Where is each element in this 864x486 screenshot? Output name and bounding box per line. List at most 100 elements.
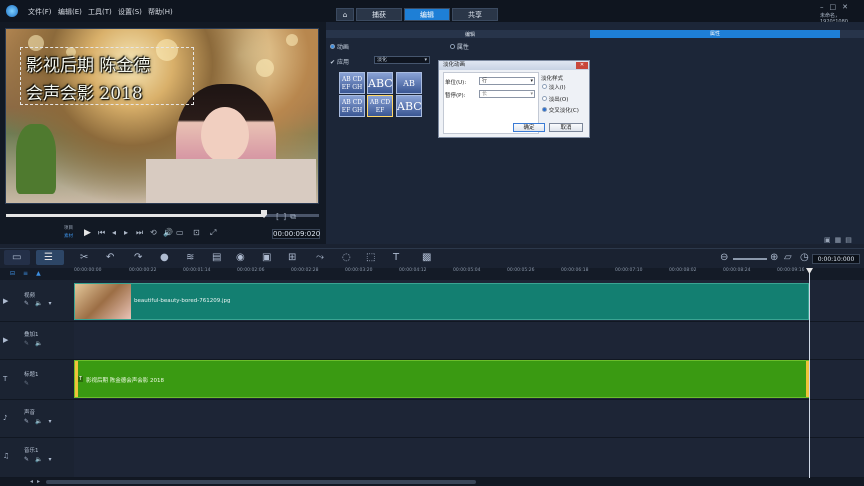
video-track-controls[interactable]: ✎🔈▾ bbox=[24, 300, 58, 307]
preset-tile-2[interactable]: ABC bbox=[367, 72, 393, 94]
menu-settings[interactable]: 设置(S) bbox=[118, 7, 142, 17]
expand-icon[interactable]: ▾ bbox=[49, 456, 58, 463]
tab-options-edit[interactable]: 编辑 bbox=[420, 31, 520, 38]
redo-icon[interactable]: ↷ bbox=[134, 252, 142, 263]
preset-tile-5[interactable]: AB CD EF bbox=[367, 95, 393, 117]
mute-icon[interactable]: 🔈 bbox=[35, 456, 48, 463]
zoom-out-icon[interactable]: ⊖ bbox=[720, 252, 728, 263]
voice-track-controls[interactable]: ✎🔈▾ bbox=[24, 418, 58, 425]
title-clip[interactable] bbox=[74, 360, 810, 398]
scrollbar-thumb[interactable] bbox=[46, 480, 476, 484]
fit-project-icon[interactable]: ▱ bbox=[784, 252, 792, 263]
zoom-in-icon[interactable]: ⊕ bbox=[770, 252, 778, 263]
menu-tools[interactable]: 工具(T) bbox=[88, 7, 112, 17]
track-lane-overlay[interactable] bbox=[74, 322, 864, 360]
tab-edit[interactable]: 编辑 bbox=[404, 8, 450, 21]
list-icon[interactable]: ▤ bbox=[845, 236, 856, 244]
mute-icon[interactable]: 🔈 bbox=[35, 300, 48, 307]
clip-mode-label[interactable]: 素材 bbox=[64, 233, 73, 239]
aspect-icon[interactable]: ⊡ bbox=[193, 228, 200, 237]
panel-view-icons[interactable]: ▣▦▤ bbox=[824, 236, 856, 244]
expand-icon[interactable]: ▾ bbox=[49, 300, 58, 307]
hd-preview-icon[interactable]: ▭ bbox=[176, 228, 184, 237]
scroll-arrows[interactable]: ◂▸ bbox=[30, 478, 44, 485]
play-icon[interactable]: ▶ bbox=[84, 228, 91, 238]
close-icon[interactable]: ✕ bbox=[842, 3, 854, 11]
next-frame-icon[interactable]: ▸ bbox=[124, 228, 128, 237]
project-mode-label[interactable]: 项目 bbox=[64, 225, 73, 231]
visibility-icon[interactable]: ✎ bbox=[24, 300, 35, 307]
home-tab[interactable]: ⌂ bbox=[336, 8, 354, 21]
volume-icon[interactable]: 🔊 bbox=[163, 228, 173, 237]
unit-select[interactable]: 行 ▾ bbox=[479, 77, 535, 85]
mixer-icon[interactable]: ≋ bbox=[186, 252, 194, 263]
filter-radio[interactable]: 属性 bbox=[450, 42, 469, 51]
ok-button[interactable]: 确定 bbox=[513, 123, 545, 132]
mute-icon[interactable]: 🔈 bbox=[35, 418, 48, 425]
preset-tile-1[interactable]: AB CD EF GH bbox=[339, 72, 365, 94]
track-manager-icons[interactable]: ⊟≡▲ bbox=[10, 270, 49, 277]
multicam-icon[interactable]: ▤ bbox=[212, 252, 221, 263]
playhead[interactable] bbox=[809, 268, 810, 478]
track-lane-voice[interactable] bbox=[74, 400, 864, 438]
apply-checkbox[interactable]: ✔ 应用 bbox=[330, 57, 349, 66]
trim-markers[interactable]: []⧉ bbox=[276, 212, 300, 222]
menu-file[interactable]: 文件(F) bbox=[28, 7, 52, 17]
visibility-icon[interactable]: ✎ bbox=[24, 418, 35, 425]
scrub-bar-played[interactable] bbox=[6, 214, 264, 217]
animation-type-select[interactable]: 淡化 ▾ bbox=[374, 56, 430, 64]
caption-line-1[interactable]: 影视后期 陈金德 bbox=[26, 51, 150, 76]
preset-tile-4[interactable]: AB CD EF GH bbox=[339, 95, 365, 117]
record-icon[interactable]: ● bbox=[160, 252, 169, 263]
mute-icon[interactable]: 🔈 bbox=[35, 340, 48, 347]
window-controls[interactable]: –□✕ bbox=[820, 3, 854, 11]
home-start-icon[interactable]: ⏮ bbox=[98, 228, 105, 238]
track-lane-music[interactable] bbox=[74, 438, 864, 478]
expand-icon[interactable]: ▾ bbox=[49, 418, 58, 425]
3d-title-icon[interactable]: T bbox=[393, 252, 399, 263]
motion-radio[interactable]: 动画 bbox=[330, 42, 349, 51]
project-duration[interactable]: 0:00:10:000 bbox=[812, 254, 860, 264]
ripple-icon[interactable]: ▲ bbox=[36, 270, 49, 277]
tab-share[interactable]: 共享 bbox=[452, 8, 498, 21]
fade-in-radio[interactable]: 淡入(I) bbox=[542, 83, 566, 91]
dialog-close-button[interactable]: ✕ bbox=[576, 62, 588, 69]
zoom-slider[interactable] bbox=[733, 258, 767, 260]
fullscreen-icon[interactable]: ⤢ bbox=[210, 228, 216, 238]
layout-icon[interactable]: ▣ bbox=[824, 236, 835, 244]
score-fitter-icon[interactable]: ▩ bbox=[422, 252, 431, 263]
prev-frame-icon[interactable]: ◂ bbox=[112, 228, 116, 237]
undo-icon[interactable]: ↶ bbox=[106, 252, 114, 263]
end-icon[interactable]: ⏭ bbox=[136, 228, 143, 238]
motion-track-icon[interactable]: ◉ bbox=[236, 252, 245, 263]
scroll-right-icon[interactable]: ▸ bbox=[37, 478, 44, 485]
music-track-controls[interactable]: ✎🔈▾ bbox=[24, 456, 58, 463]
track-manager-icon[interactable]: ⊟ bbox=[10, 270, 23, 277]
motion-path-icon[interactable]: ⤳ bbox=[316, 252, 324, 263]
chapter-icon[interactable]: ≡ bbox=[23, 270, 36, 277]
tab-capture[interactable]: 捕获 bbox=[356, 8, 402, 21]
tab-options-properties[interactable]: 属性 bbox=[590, 30, 840, 38]
grid-icon[interactable]: ▦ bbox=[835, 236, 846, 244]
maximize-icon[interactable]: □ bbox=[830, 3, 843, 11]
subtitle-icon[interactable]: ▣ bbox=[262, 252, 271, 263]
mask-icon[interactable]: ◌ bbox=[342, 252, 351, 263]
repeat-icon[interactable]: ⟲ bbox=[150, 228, 157, 237]
menu-help[interactable]: 帮助(H) bbox=[148, 7, 173, 17]
visibility-icon[interactable]: ✎ bbox=[24, 340, 35, 347]
menu-edit[interactable]: 编辑(E) bbox=[58, 7, 82, 17]
tools-icon[interactable]: ✂ bbox=[80, 252, 88, 263]
caption-line-2[interactable]: 会声会影 2018 bbox=[26, 79, 143, 104]
preset-tile-6[interactable]: ABC bbox=[396, 95, 422, 117]
scroll-left-icon[interactable]: ◂ bbox=[30, 478, 37, 485]
cancel-button[interactable]: 取消 bbox=[549, 123, 583, 132]
split-screen-icon[interactable]: ⊞ bbox=[288, 252, 296, 263]
timecode-display[interactable]: 00:00:09:020 bbox=[272, 229, 320, 239]
crossfade-radio[interactable]: 交叉淡化(C) bbox=[542, 106, 579, 114]
pan-zoom-icon[interactable]: ⬚ bbox=[366, 252, 375, 263]
title-visibility-icon[interactable]: ✎ bbox=[24, 380, 29, 387]
minimize-icon[interactable]: – bbox=[820, 3, 830, 11]
visibility-icon[interactable]: ✎ bbox=[24, 456, 35, 463]
preset-tile-3[interactable]: AB bbox=[396, 72, 422, 94]
overlay-track-controls[interactable]: ✎🔈 bbox=[24, 340, 49, 347]
